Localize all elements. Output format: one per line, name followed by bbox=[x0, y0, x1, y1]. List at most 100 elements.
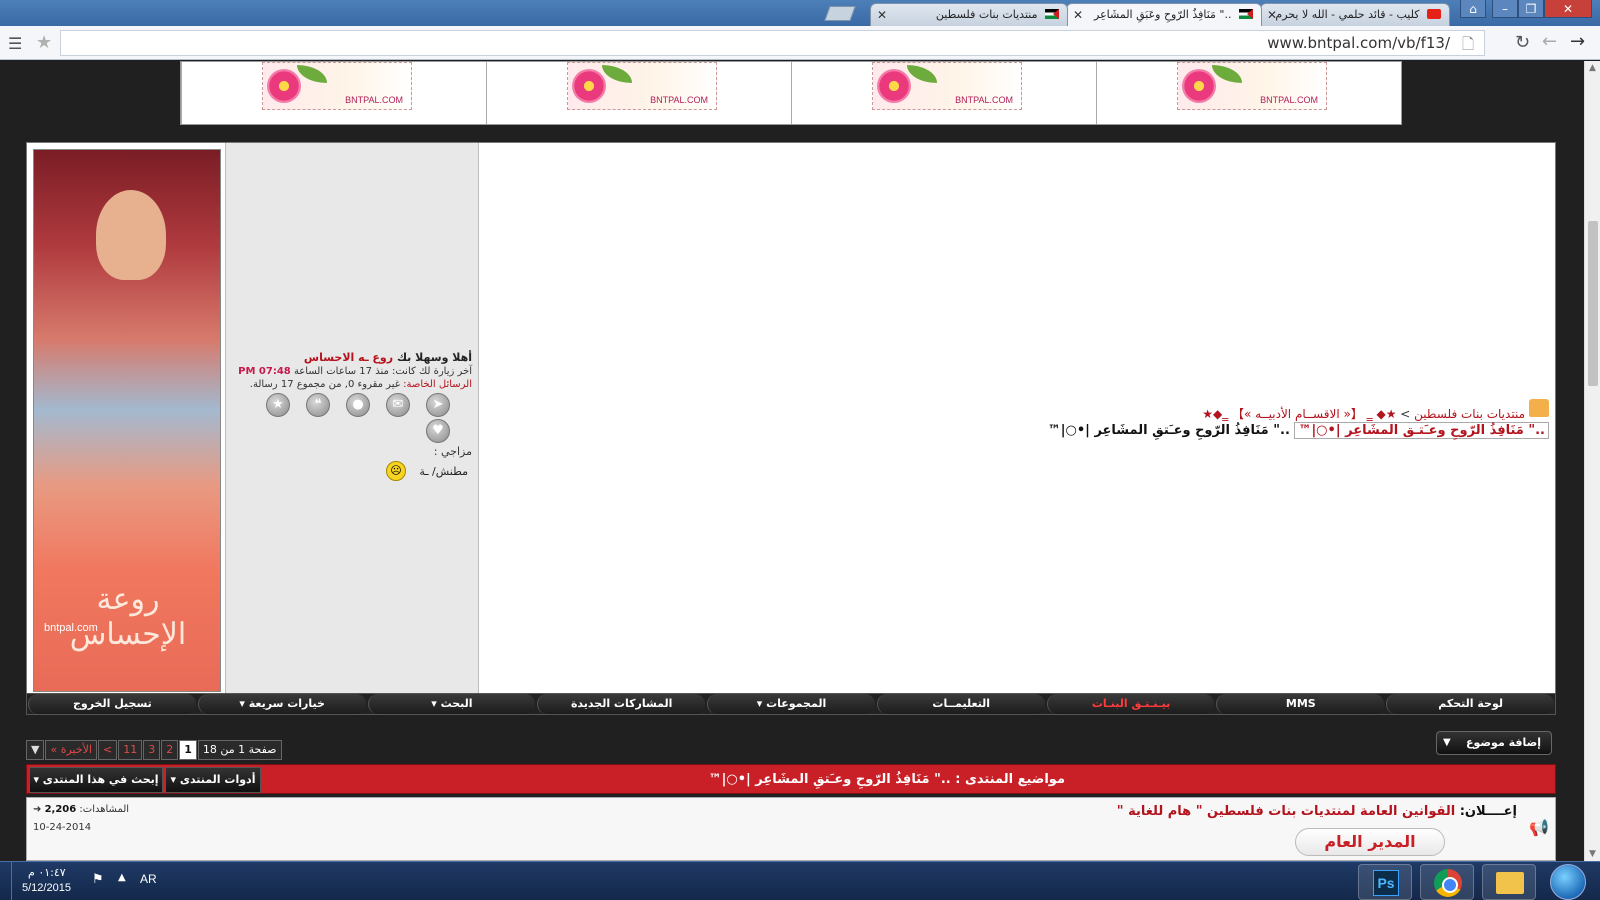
nav-user-cp[interactable]: لوحة التحكم bbox=[1386, 694, 1554, 714]
page-last-link[interactable]: الأخيرة » bbox=[45, 740, 97, 760]
nav-girls-boutique[interactable]: بيـنـتـق البنـات bbox=[1046, 694, 1215, 714]
user-icon[interactable]: ⌂ bbox=[1460, 0, 1486, 18]
address-bar[interactable]: www.bntpal.com/vb/f13/ 🗋 bbox=[60, 30, 1485, 56]
clock-time[interactable]: ٠١:٤٧ م bbox=[28, 866, 66, 879]
scroll-down-icon[interactable]: ▼ bbox=[1589, 849, 1596, 859]
heart-icon[interactable]: ♥ bbox=[426, 419, 450, 443]
tab-title: .." مَنَافِذُ الرّوحِ وعَبَقِ المشَاعِر bbox=[1094, 8, 1232, 21]
announcement-link[interactable]: القوانين العامة لمنتديات بنات فلسطين " ه… bbox=[1117, 804, 1455, 819]
maximize-icon[interactable]: ❐ bbox=[1518, 0, 1544, 18]
nav-logout[interactable]: تسجيل الخروج bbox=[27, 694, 196, 714]
forward-arrow-icon[interactable]: → bbox=[1570, 31, 1585, 52]
forum-search-button[interactable]: إبحث في هذا المنتدى ▾ bbox=[29, 767, 163, 793]
page-link[interactable]: 2 bbox=[161, 740, 179, 760]
clock-date[interactable]: 5/12/2015 bbox=[22, 882, 71, 894]
nav-groups[interactable]: المجموعات ▾ bbox=[707, 694, 875, 714]
scroll-thumb[interactable] bbox=[1588, 221, 1598, 386]
palestine-flag-icon bbox=[1239, 9, 1253, 19]
windows-taskbar: ٠١:٤٧ م 5/12/2015 ⚑ ▲ AR Ps bbox=[0, 861, 1600, 900]
close-icon[interactable]: ✕ bbox=[1267, 8, 1277, 22]
bookmark-star-icon[interactable]: ★ bbox=[36, 32, 52, 53]
vertical-scrollbar[interactable]: ▲ ▼ bbox=[1584, 61, 1600, 861]
reload-icon[interactable]: ↻ bbox=[1515, 32, 1530, 53]
chat-icon[interactable]: ❝ bbox=[306, 393, 330, 417]
private-messages-link[interactable]: الرسائل الخاصة: bbox=[403, 379, 472, 390]
explorer-taskbar-button[interactable] bbox=[1482, 864, 1536, 900]
last-visit-line: آخر زيارة لك كانت: منذ 17 ساعات الساعة 0… bbox=[238, 366, 472, 377]
close-window-icon[interactable]: ✕ bbox=[1544, 0, 1592, 18]
close-icon[interactable]: ✕ bbox=[1073, 8, 1083, 22]
page-link[interactable]: 3 bbox=[143, 740, 161, 760]
arrow-icon[interactable]: ➜ bbox=[33, 804, 41, 815]
photoshop-taskbar-button[interactable]: Ps bbox=[1358, 864, 1412, 900]
home-icon[interactable] bbox=[1529, 399, 1549, 417]
banner-label: BNTPAL.COM bbox=[1260, 95, 1318, 105]
mail-icon[interactable]: ✉ bbox=[386, 393, 410, 417]
scroll-up-icon[interactable]: ▲ bbox=[1589, 63, 1596, 73]
nav-new-posts[interactable]: المشاركات الجديدة bbox=[537, 694, 706, 714]
language-indicator[interactable]: AR bbox=[140, 872, 157, 886]
welcome-line: أهلا وسهلا بك روع ـه الاحساس bbox=[304, 351, 472, 364]
page-next-link[interactable]: > bbox=[97, 740, 118, 760]
banner-image[interactable]: BNTPAL.COM bbox=[567, 62, 717, 110]
page-count-label: صفحة 1 من 18 bbox=[197, 740, 282, 760]
username-link[interactable]: روع ـه الاحساس bbox=[304, 351, 393, 364]
nav-faq[interactable]: التعليمــات bbox=[876, 694, 1045, 714]
announcement-prefix: إعــــلان: bbox=[1459, 804, 1517, 819]
browser-titlebar: كليب - قائد حلمي - الله لا يحرم ✕ .." مَ… bbox=[0, 0, 1600, 26]
announcement-title: إعــــلان: القوانين العامة لمنتديات بنات… bbox=[1117, 804, 1517, 819]
minimize-icon[interactable]: – bbox=[1492, 0, 1518, 18]
show-desktop-button[interactable] bbox=[0, 862, 12, 900]
page-link[interactable]: 11 bbox=[118, 740, 143, 760]
tab-thread[interactable]: .." مَنَافِذُ الرّوحِ وعَبَقِ المشَاعِر … bbox=[1066, 3, 1262, 26]
breadcrumb-section-link[interactable]: ★◆ ‗ 【« الاقســام الأدبيــه »】 ‗◆★ bbox=[1202, 407, 1396, 421]
profile-icon[interactable]: ● bbox=[346, 393, 370, 417]
thread-title-row: .." مَنَافِذُ الرّوحِ وعـَتـق المشَاعِر … bbox=[1048, 422, 1549, 439]
back-arrow-icon[interactable]: ← bbox=[1542, 31, 1557, 52]
banner-slot[interactable]: BNTPAL.COM bbox=[181, 62, 486, 124]
flower-icon bbox=[267, 69, 301, 103]
private-messages-count: غير مقروء 0, من مجموع 17 رسالة. bbox=[249, 379, 400, 390]
nav-search[interactable]: البحث ▾ bbox=[367, 694, 536, 714]
main-navbar: لوحة التحكم MMS بيـنـتـق البنـات التعليم… bbox=[26, 693, 1556, 715]
palestine-flag-icon bbox=[1045, 9, 1059, 19]
tab-youtube[interactable]: كليب - قائد حلمي - الله لا يحرم ✕ bbox=[1260, 3, 1450, 26]
close-icon[interactable]: ✕ bbox=[877, 8, 887, 22]
breadcrumb-root-link[interactable]: منتديات بنات فلسطين bbox=[1414, 407, 1525, 421]
nav-quick-links[interactable]: خيارات سريعة ▾ bbox=[197, 694, 366, 714]
announcement-row: 📢 إعــــلان: القوانين العامة لمنتديات بن… bbox=[26, 797, 1556, 861]
breadcrumb-area: منتديات بنات فلسطين > ★◆ ‗ 【« الاقســام … bbox=[479, 143, 1555, 698]
tab-title: كليب - قائد حلمي - الله لا يحرم bbox=[1275, 8, 1420, 21]
send-icon[interactable]: ➤ bbox=[426, 393, 450, 417]
views-count: 2,206 bbox=[44, 804, 77, 815]
start-button[interactable] bbox=[1550, 864, 1586, 900]
action-center-icon[interactable]: ⚑ bbox=[92, 872, 104, 887]
leaf-icon bbox=[1212, 65, 1242, 83]
tab-title: منتديات بنات فلسطين bbox=[935, 8, 1038, 21]
banner-slot[interactable]: BNTPAL.COM bbox=[791, 62, 1096, 124]
ad-banners: BNTPAL.COM BNTPAL.COM BNTPAL.COM BNTPAL.… bbox=[180, 61, 1402, 125]
banner-image[interactable]: BNTPAL.COM bbox=[262, 62, 412, 110]
forum-tools-button[interactable]: أدوات المنتدى ▾ bbox=[165, 767, 261, 793]
chrome-taskbar-button[interactable] bbox=[1420, 864, 1474, 900]
banner-slot[interactable]: BNTPAL.COM bbox=[1096, 62, 1401, 124]
banner-image[interactable]: BNTPAL.COM bbox=[872, 62, 1022, 110]
tab-forum[interactable]: منتديات بنات فلسطين ✕ bbox=[870, 3, 1068, 26]
add-topic-button[interactable]: إضافة موضوع ▼ bbox=[1436, 731, 1552, 755]
tray-expand-icon[interactable]: ▲ bbox=[118, 872, 126, 883]
menu-icon[interactable]: ☰ bbox=[8, 34, 22, 53]
nav-mms[interactable]: MMS bbox=[1216, 694, 1385, 714]
welcome-prefix: أهلا وسهلا بك bbox=[396, 351, 472, 364]
star-icon[interactable]: ★ bbox=[266, 393, 290, 417]
flower-icon bbox=[1182, 69, 1216, 103]
thread-title-link[interactable]: .." مَنَافِذُ الرّوحِ وعـَتـق المشَاعِر … bbox=[1294, 422, 1549, 439]
banner-image[interactable]: BNTPAL.COM bbox=[1177, 62, 1327, 110]
portrait-url: bntpal.com bbox=[44, 622, 98, 634]
private-messages-line: الرسائل الخاصة: غير مقروء 0, من مجموع 17… bbox=[250, 379, 472, 390]
url-text: www.bntpal.com/vb/f13/ bbox=[1267, 34, 1450, 52]
new-tab-button[interactable] bbox=[824, 6, 856, 21]
folder-icon bbox=[1496, 872, 1524, 894]
admin-badge: المدير العام bbox=[1295, 828, 1445, 856]
banner-slot[interactable]: BNTPAL.COM bbox=[486, 62, 791, 124]
page-jump-icon[interactable]: ▼ bbox=[26, 740, 45, 760]
